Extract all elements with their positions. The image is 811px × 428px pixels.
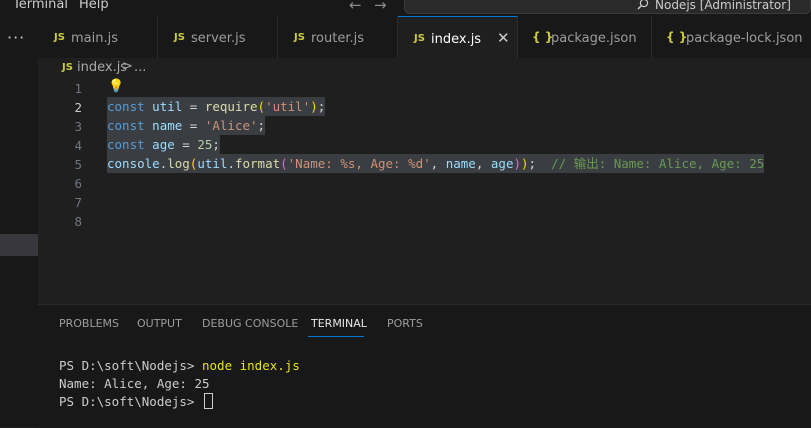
close-icon[interactable]: ✕ xyxy=(497,29,510,47)
tab-package-json[interactable]: { } package.json xyxy=(518,16,652,58)
tab-index-js[interactable]: JS index.js ✕ xyxy=(398,16,518,58)
tab-problems[interactable]: PROBLEMS xyxy=(59,317,119,330)
terminal-command: node index.js xyxy=(202,358,300,373)
tab-output[interactable]: OUTPUT xyxy=(137,317,182,330)
line-number: 4 xyxy=(74,138,82,153)
title-bar: Terminal Help ← → Nodejs [Administrator] xyxy=(0,0,811,16)
code-line-3: const name = 'Alice'; xyxy=(107,116,266,135)
tab-package-lock-json[interactable]: { } package-lock.json xyxy=(652,16,811,58)
tab-router-js[interactable]: JS router.js xyxy=(278,16,398,58)
tab-server-js[interactable]: JS server.js xyxy=(158,16,278,58)
breadcrumb: JS index.js > ... xyxy=(38,58,811,78)
tab-label: package-lock.json xyxy=(686,31,803,46)
terminal-line: PS D:\soft\Nodejs> node index.js xyxy=(59,358,300,373)
line-number: 6 xyxy=(74,176,82,191)
tab-label: package.json xyxy=(551,31,637,46)
line-number: 3 xyxy=(74,119,82,134)
tab-ports[interactable]: PORTS xyxy=(387,317,423,330)
command-center[interactable]: Nodejs [Administrator] xyxy=(404,0,811,14)
code-line-5: console.log(util.format('Name: %s, Age: … xyxy=(107,154,765,173)
activity-item-active[interactable] xyxy=(0,234,38,256)
search-icon xyxy=(637,0,649,14)
chevron-right-icon: > xyxy=(122,59,133,74)
active-tab-indicator xyxy=(308,336,364,337)
line-number: 1 xyxy=(74,81,82,96)
json-file-icon: { } xyxy=(666,30,688,44)
command-center-text: Nodejs [Administrator] xyxy=(655,0,791,12)
terminal-output: Name: Alice, Age: 25 xyxy=(59,376,210,391)
tab-label: server.js xyxy=(191,31,246,46)
tab-main-js[interactable]: JS main.js xyxy=(38,16,158,58)
tab-label: index.js xyxy=(431,32,482,47)
js-file-icon: JS xyxy=(54,32,65,43)
tab-terminal[interactable]: TERMINAL xyxy=(311,317,367,330)
terminal-prompt: PS D:\soft\Nodejs> xyxy=(59,358,202,373)
code-line-2: const util = require('util'); xyxy=(107,97,326,116)
bottom-panel: PROBLEMS OUTPUT DEBUG CONSOLE TERMINAL P… xyxy=(38,304,811,428)
js-file-icon: JS xyxy=(294,32,305,43)
forward-arrow-icon[interactable]: → xyxy=(374,0,387,14)
more-actions-icon[interactable]: ··· xyxy=(7,28,25,47)
line-number: 8 xyxy=(74,214,82,229)
line-number: 5 xyxy=(74,157,82,172)
menu-help[interactable]: Help xyxy=(79,0,109,12)
activity-bar: ··· xyxy=(0,16,38,427)
lightbulb-icon[interactable]: 💡 xyxy=(108,79,124,94)
js-file-icon: JS xyxy=(414,33,425,44)
code-editor[interactable]: 💡 1 2 3 4 5 6 7 8 const util = require('… xyxy=(38,78,811,304)
js-file-icon: JS xyxy=(174,32,185,43)
tab-label: main.js xyxy=(71,31,118,46)
js-file-icon: JS xyxy=(62,62,73,73)
editor-tab-bar: JS main.js JS server.js JS router.js JS … xyxy=(38,16,811,58)
line-number: 2 xyxy=(74,100,82,115)
terminal-line[interactable]: PS D:\soft\Nodejs> xyxy=(59,393,213,409)
breadcrumb-file[interactable]: index.js xyxy=(77,60,127,75)
breadcrumb-symbol[interactable]: ... xyxy=(134,60,146,75)
tab-debug-console[interactable]: DEBUG CONSOLE xyxy=(202,317,298,330)
terminal-cursor xyxy=(204,393,213,409)
back-arrow-icon[interactable]: ← xyxy=(349,0,362,14)
menu-terminal[interactable]: Terminal xyxy=(13,0,68,12)
code-line-4: const age = 25; xyxy=(107,135,220,154)
terminal-prompt: PS D:\soft\Nodejs> xyxy=(59,394,202,409)
line-number: 7 xyxy=(74,195,82,210)
tab-label: router.js xyxy=(311,31,365,46)
